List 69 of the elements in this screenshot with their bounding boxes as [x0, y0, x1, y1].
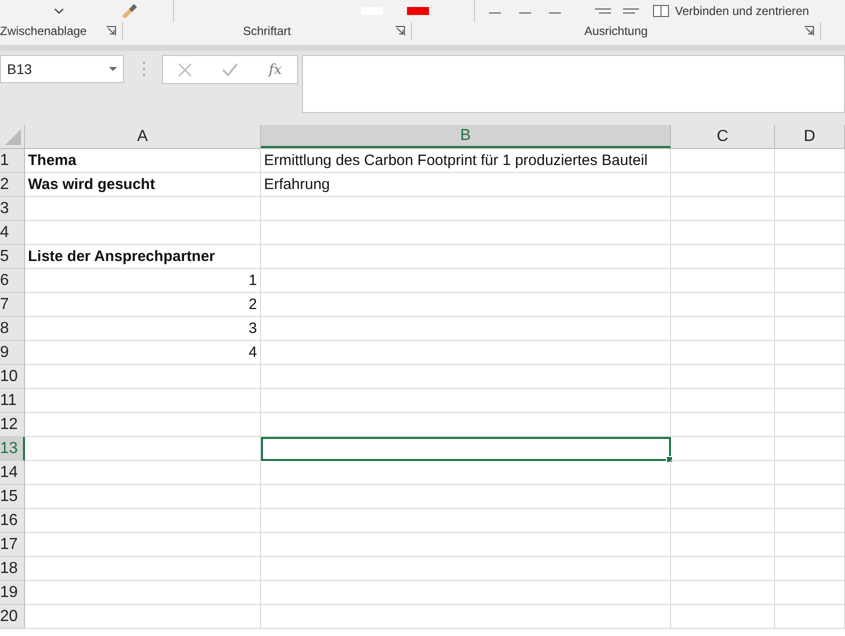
row-header[interactable]: 3 [0, 197, 25, 221]
merge-button[interactable]: Verbinden und zentrieren [653, 4, 810, 18]
empty-cell [775, 413, 845, 437]
formula-input[interactable] [302, 55, 845, 113]
row-header[interactable]: 2 [0, 173, 25, 197]
dialog-launcher-icon[interactable] [106, 26, 116, 36]
paintbrush-icon[interactable] [120, 4, 138, 18]
empty-cell [775, 221, 845, 245]
table-cell: 2 [25, 293, 261, 317]
table-cell: Was wird gesucht [25, 173, 261, 197]
empty-cell [775, 485, 845, 509]
table-cell: Ermittlung des Carbon Footprint für 1 produziertes Bauteil [261, 149, 671, 173]
row-header[interactable]: 10 [0, 365, 25, 389]
row-header[interactable]: 12 [0, 413, 25, 437]
table-cell: 4 [25, 341, 261, 365]
empty-cell [775, 269, 845, 293]
row-header[interactable]: 5 [0, 245, 25, 269]
row-header[interactable]: 11 [0, 389, 25, 413]
empty-cell [775, 173, 845, 197]
empty-cell [775, 293, 845, 317]
row-header[interactable]: 14 [0, 461, 25, 485]
row-header[interactable]: 16 [0, 509, 25, 533]
table-cell: Liste der Ansprechpartner [25, 245, 261, 269]
row-header[interactable]: 19 [0, 581, 25, 605]
empty-cell [775, 197, 845, 221]
empty-cell [775, 533, 845, 557]
row-header[interactable]: 9 [0, 341, 25, 365]
empty-cell [775, 365, 845, 389]
checkmark-icon[interactable] [222, 62, 238, 76]
drag-handle-icon[interactable] [142, 62, 146, 76]
empty-cell [775, 341, 845, 365]
empty-cell [775, 437, 845, 461]
chevron-down-icon[interactable] [54, 8, 64, 14]
column-header[interactable]: B [261, 125, 671, 148]
row-header[interactable]: 15 [0, 485, 25, 509]
empty-cell [775, 557, 845, 581]
group-label: Ausrichtung [584, 24, 648, 38]
column-header[interactable]: C [671, 125, 775, 148]
selected-cell[interactable] [261, 437, 671, 461]
dialog-launcher-icon[interactable] [804, 26, 814, 36]
indent-icon[interactable] [595, 6, 639, 16]
row-header[interactable]: 17 [0, 533, 25, 557]
empty-cell [775, 605, 845, 629]
merge-cells-icon [653, 5, 669, 17]
row-header[interactable]: 6 [0, 269, 25, 293]
row-header[interactable]: 4 [0, 221, 25, 245]
row-header[interactable]: 13 [0, 437, 25, 461]
row-header[interactable]: 7 [0, 293, 25, 317]
name-box[interactable]: B13 [0, 55, 124, 83]
row-header[interactable]: 8 [0, 317, 25, 341]
table-cell: 1 [25, 269, 261, 293]
insert-function-button[interactable]: fx [268, 62, 282, 78]
row-header[interactable]: 1 [0, 149, 25, 173]
dialog-launcher-icon[interactable] [395, 26, 405, 36]
empty-cell [775, 245, 845, 269]
empty-cell [775, 317, 845, 341]
row-header[interactable]: 20 [0, 605, 25, 629]
empty-cell [775, 461, 845, 485]
font-color-icon[interactable] [407, 7, 429, 15]
group-label: Zwischenablage [0, 24, 87, 38]
group-label: Schriftart [242, 24, 291, 38]
empty-cell [775, 509, 845, 533]
table-cell: Erfahrung [261, 173, 671, 197]
empty-cell [775, 581, 845, 605]
table-cell: 3 [25, 317, 261, 341]
empty-cell [775, 389, 845, 413]
column-header[interactable]: D [775, 125, 845, 148]
table-cell: Thema [25, 149, 261, 173]
row-header[interactable]: 18 [0, 557, 25, 581]
